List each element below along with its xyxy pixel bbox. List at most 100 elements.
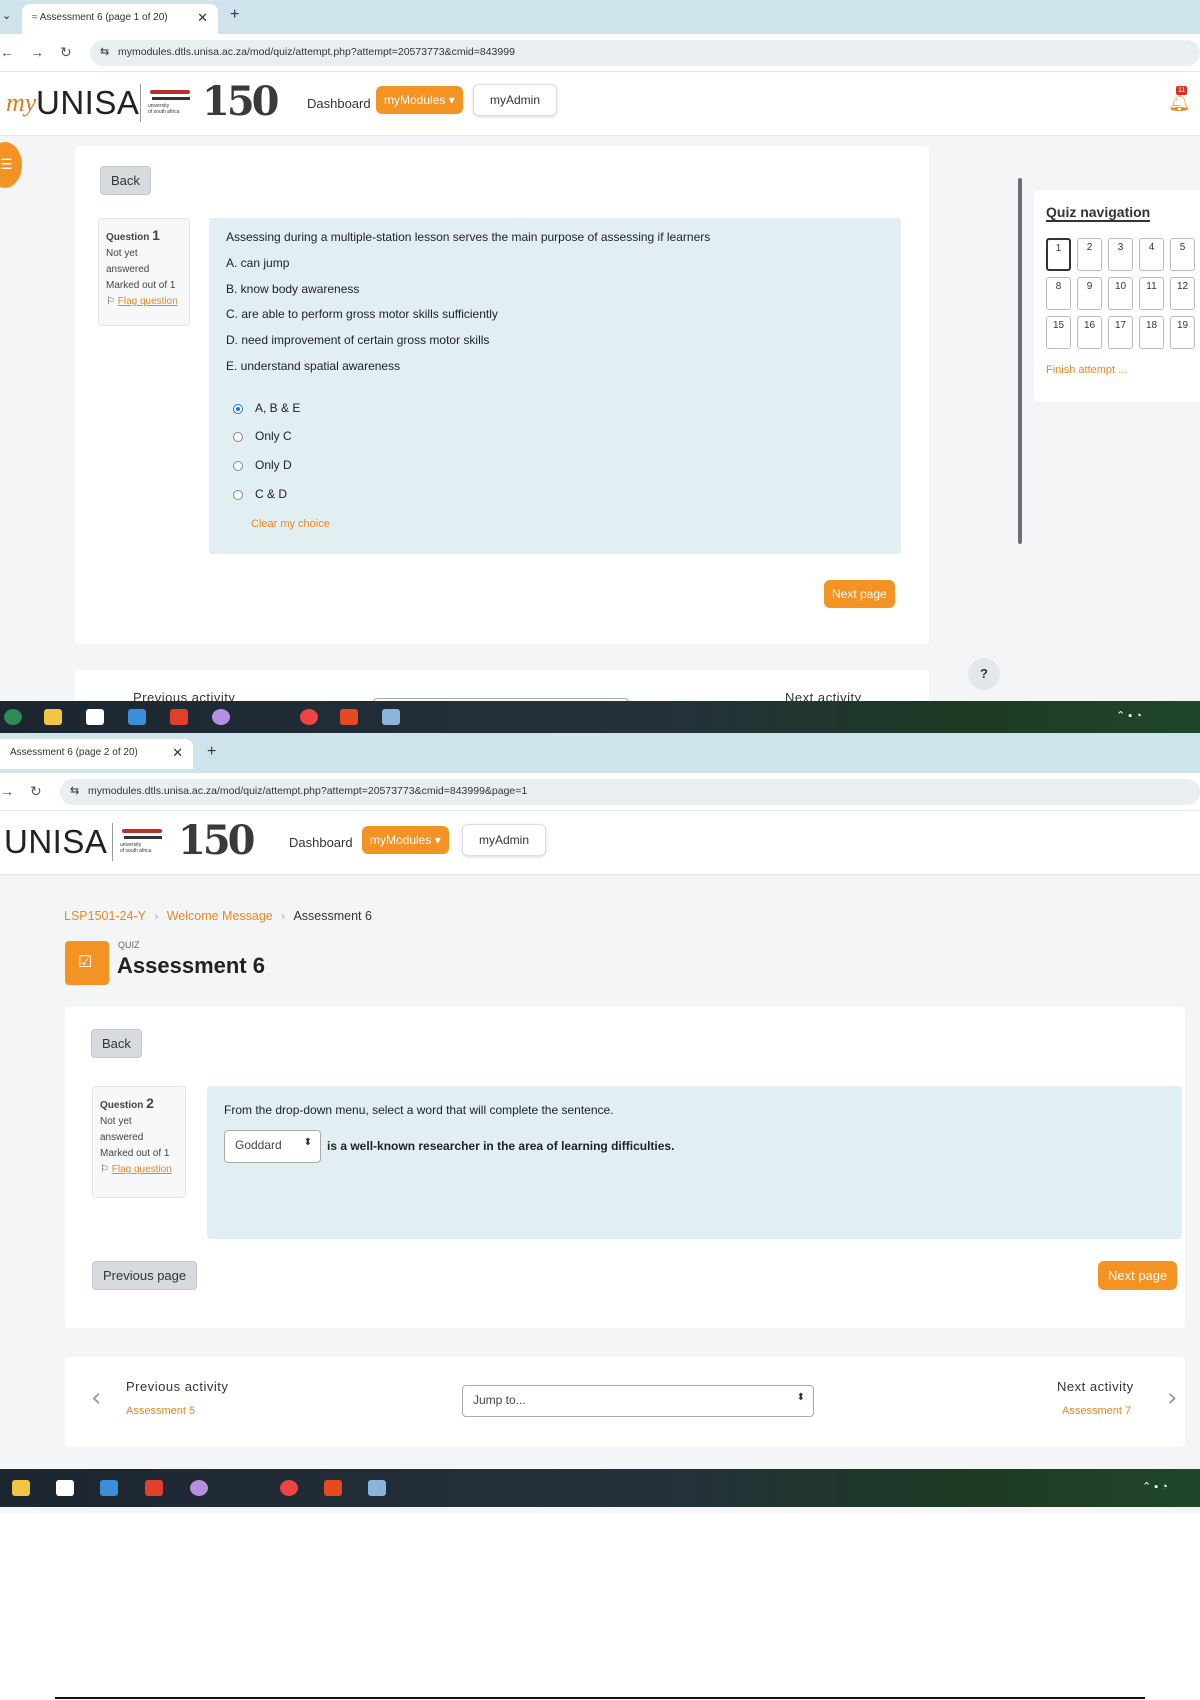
quiz-nav-question-18[interactable]: 18	[1139, 316, 1164, 349]
site-info-icon[interactable]: ⇆	[70, 784, 79, 797]
browser-tab[interactable]: Assessment 6 (page 2 of 20) ✕	[0, 739, 193, 769]
windows-taskbar: ⌃ ▪ ◔	[0, 1469, 1200, 1507]
forward-arrow-icon[interactable]: →	[30, 44, 44, 60]
quiz-nav-question-19[interactable]: 19	[1170, 316, 1195, 349]
scrollbar[interactable]	[1018, 178, 1022, 544]
notepad-icon[interactable]	[56, 1480, 74, 1496]
chevron-right-icon[interactable]: ›	[1167, 1383, 1177, 1413]
notifications-bell-icon[interactable]: 🔔︎	[1168, 92, 1191, 113]
activity-type-label: QUIZ	[118, 940, 140, 950]
app-icon[interactable]	[190, 1480, 208, 1496]
quiz-nav-question-1[interactable]: 1	[1046, 238, 1071, 271]
option-label-3[interactable]: Only D	[255, 458, 292, 472]
logo-divider	[140, 84, 141, 122]
select-caret-icon: ⬍	[796, 1392, 805, 1403]
browser-tab-bar: ⌄ ≈ Assessment 6 (page 1 of 20) ✕ +	[0, 0, 1200, 34]
flag-question-link[interactable]: Flag question	[118, 296, 178, 307]
back-button[interactable]: Back	[91, 1029, 142, 1058]
nav-mymodules-button[interactable]: myModules ▾	[362, 826, 449, 854]
app-blue-icon[interactable]	[368, 1480, 386, 1496]
previous-activity-link[interactable]: Assessment 5	[126, 1405, 195, 1417]
chevron-left-icon[interactable]: ‹	[91, 1383, 101, 1413]
close-tab-icon[interactable]: ✕	[197, 10, 208, 26]
chrome-icon[interactable]	[280, 1480, 298, 1496]
chrome-icon[interactable]	[300, 709, 318, 725]
next-activity-link[interactable]: Assessment 7	[1062, 1405, 1131, 1417]
nav-myadmin-button[interactable]: myAdmin	[473, 84, 558, 116]
quiz-nav-question-17[interactable]: 17	[1108, 316, 1133, 349]
option-radio-1[interactable]	[233, 404, 243, 414]
breadcrumb-course[interactable]: LSP1501-24-Y	[64, 909, 146, 923]
nav-myadmin-button[interactable]: myAdmin	[462, 824, 547, 856]
question-marks: Marked out of 1	[106, 280, 176, 291]
mail-icon[interactable]	[100, 1480, 118, 1496]
quiz-nav-question-11[interactable]: 11	[1139, 277, 1164, 310]
system-tray-icon[interactable]: ⌃ ▪ ◔	[1142, 1480, 1168, 1493]
flag-question-link[interactable]: Flag question	[112, 1164, 172, 1175]
option-radio-4[interactable]	[233, 490, 243, 500]
app-icon[interactable]	[212, 709, 230, 725]
logo-unisa[interactable]: UNISA	[4, 823, 107, 861]
option-radio-2[interactable]	[233, 432, 243, 442]
back-button[interactable]: Back	[100, 166, 151, 195]
quiz-nav-question-9[interactable]: 9	[1077, 277, 1102, 310]
option-radio-3[interactable]	[233, 461, 243, 471]
url-field[interactable]: ⇆ mymodules.dtls.unisa.ac.za/mod/quiz/at…	[60, 779, 1200, 805]
option-label-4[interactable]: C & D	[255, 487, 287, 501]
new-tab-icon[interactable]: +	[230, 6, 239, 24]
breadcrumb-section[interactable]: Welcome Message	[167, 909, 273, 923]
brave-icon[interactable]	[145, 1480, 163, 1496]
app-red-icon[interactable]	[324, 1480, 342, 1496]
browser-tab[interactable]: ≈ Assessment 6 (page 1 of 20) ✕	[22, 4, 218, 34]
mail-icon[interactable]	[128, 709, 146, 725]
windows-taskbar: ⌃ ▪ ◔	[0, 701, 1200, 733]
question-marks: Marked out of 1	[100, 1148, 170, 1159]
quiz-nav-question-5[interactable]: 5	[1170, 238, 1195, 271]
forward-arrow-icon[interactable]: →	[0, 783, 14, 799]
nav-mymodules-button[interactable]: myModules ▾	[376, 86, 463, 114]
jump-to-select[interactable]: Jump to... ⬍	[462, 1385, 814, 1417]
app-blue-icon[interactable]	[382, 709, 400, 725]
tab-list-icon[interactable]: ⌄	[2, 9, 11, 22]
logo-unisa[interactable]: UNISA	[36, 84, 139, 122]
nav-dashboard[interactable]: Dashboard	[307, 96, 371, 111]
nav-dashboard[interactable]: Dashboard	[289, 835, 353, 850]
address-bar: → ↻ ⇆ mymodules.dtls.unisa.ac.za/mod/qui…	[0, 773, 1200, 811]
quiz-nav-question-3[interactable]: 3	[1108, 238, 1133, 271]
url-text: mymodules.dtls.unisa.ac.za/mod/quiz/atte…	[118, 46, 515, 58]
app-red-icon[interactable]	[340, 709, 358, 725]
statement-d: D. need improvement of certain gross mot…	[226, 333, 490, 347]
next-page-button[interactable]: Next page	[824, 580, 895, 608]
brave-icon[interactable]	[170, 709, 188, 725]
previous-page-button[interactable]: Previous page	[92, 1261, 198, 1290]
reload-icon[interactable]: ↻	[60, 44, 72, 61]
help-button[interactable]: ?	[968, 658, 1000, 690]
url-field[interactable]: ⇆ mymodules.dtls.unisa.ac.za/mod/quiz/at…	[90, 40, 1200, 66]
select-caret-icon: ⬍	[303, 1137, 312, 1148]
drawer-toggle-button[interactable]: ☰	[0, 142, 22, 188]
quiz-nav-question-10[interactable]: 10	[1108, 277, 1133, 310]
back-arrow-icon[interactable]: ←	[0, 44, 14, 60]
word-select[interactable]: Goddard ⬍	[224, 1130, 321, 1163]
file-explorer-icon[interactable]	[12, 1480, 30, 1496]
new-tab-icon[interactable]: +	[207, 743, 216, 761]
file-explorer-icon[interactable]	[44, 709, 62, 725]
option-label-2[interactable]: Only C	[255, 429, 292, 443]
start-icon[interactable]	[4, 709, 22, 725]
clear-choice-link[interactable]: Clear my choice	[251, 518, 330, 530]
quiz-nav-question-4[interactable]: 4	[1139, 238, 1164, 271]
quiz-nav-question-2[interactable]: 2	[1077, 238, 1102, 271]
next-page-button[interactable]: Next page	[1098, 1261, 1178, 1290]
reload-icon[interactable]: ↻	[30, 783, 42, 800]
next-activity-label: Next activity	[1057, 1379, 1134, 1394]
quiz-nav-question-16[interactable]: 16	[1077, 316, 1102, 349]
system-tray-icon[interactable]: ⌃ ▪ ◔	[1116, 709, 1142, 722]
finish-attempt-link[interactable]: Finish attempt ...	[1046, 364, 1127, 376]
quiz-nav-question-12[interactable]: 12	[1170, 277, 1195, 310]
close-tab-icon[interactable]: ✕	[172, 745, 183, 761]
quiz-nav-question-15[interactable]: 15	[1046, 316, 1071, 349]
option-label-1[interactable]: A, B & E	[255, 401, 300, 415]
notepad-icon[interactable]	[86, 709, 104, 725]
quiz-nav-question-8[interactable]: 8	[1046, 277, 1071, 310]
site-info-icon[interactable]: ⇆	[100, 45, 109, 58]
